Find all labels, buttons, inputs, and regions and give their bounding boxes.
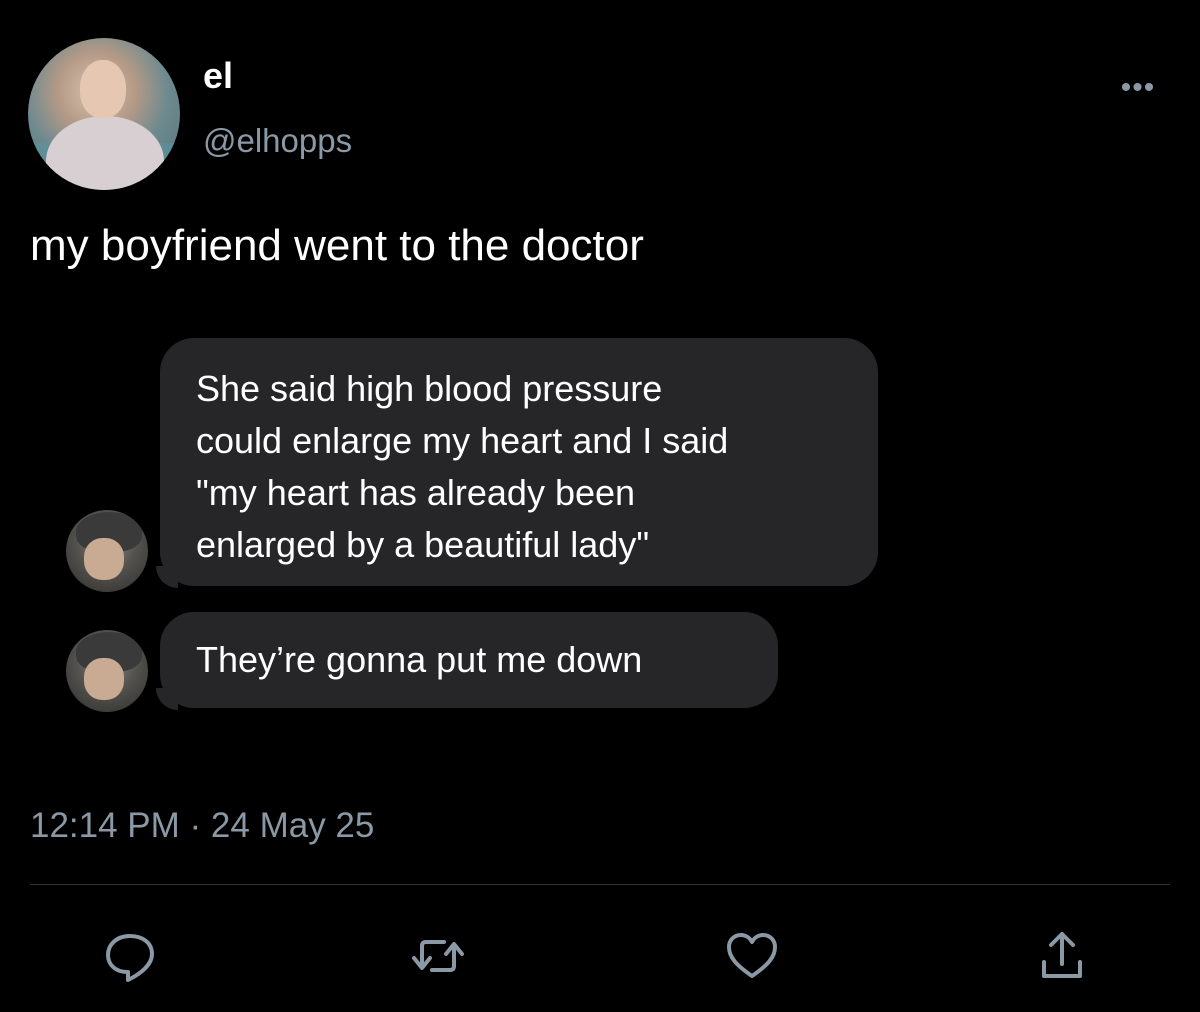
chat-sender-avatar (66, 510, 148, 592)
reply-icon (100, 926, 160, 986)
tweet-detail: el @elhopps ••• my boyfriend went to the… (0, 0, 1200, 1012)
share-button[interactable] (1032, 926, 1092, 986)
message-line: could enlarge my heart and I said (196, 420, 729, 461)
more-options-button[interactable]: ••• (1113, 70, 1163, 106)
display-name[interactable]: el (203, 54, 233, 98)
divider (30, 884, 1170, 885)
chat-sender-avatar (66, 630, 148, 712)
attached-chat-image[interactable]: She said high blood pressure could enlar… (0, 330, 1200, 730)
user-handle[interactable]: @elhopps (203, 121, 352, 161)
chat-message-bubble: She said high blood pressure could enlar… (160, 338, 878, 586)
chat-message-bubble: They’re gonna put me down (160, 612, 778, 708)
message-line: "my heart has already been (196, 472, 636, 513)
share-icon (1032, 926, 1092, 986)
message-line: She said high blood pressure (196, 368, 663, 409)
tweet-timestamp[interactable]: 12:14 PM · 24 May 25 (30, 804, 374, 848)
retweet-icon (408, 926, 468, 986)
reply-button[interactable] (100, 926, 160, 986)
tweet-text: my boyfriend went to the doctor (30, 221, 644, 270)
like-icon (722, 926, 782, 986)
avatar-face (80, 60, 126, 118)
more-dots-icon: ••• (1120, 71, 1156, 104)
message-line: They’re gonna put me down (196, 639, 643, 680)
profile-avatar[interactable] (28, 38, 180, 190)
retweet-button[interactable] (408, 926, 468, 986)
like-button[interactable] (722, 926, 782, 986)
avatar-face (84, 658, 124, 700)
avatar-body (46, 116, 164, 190)
message-line: enlarged by a beautiful lady" (196, 524, 650, 565)
avatar-face (84, 538, 124, 580)
